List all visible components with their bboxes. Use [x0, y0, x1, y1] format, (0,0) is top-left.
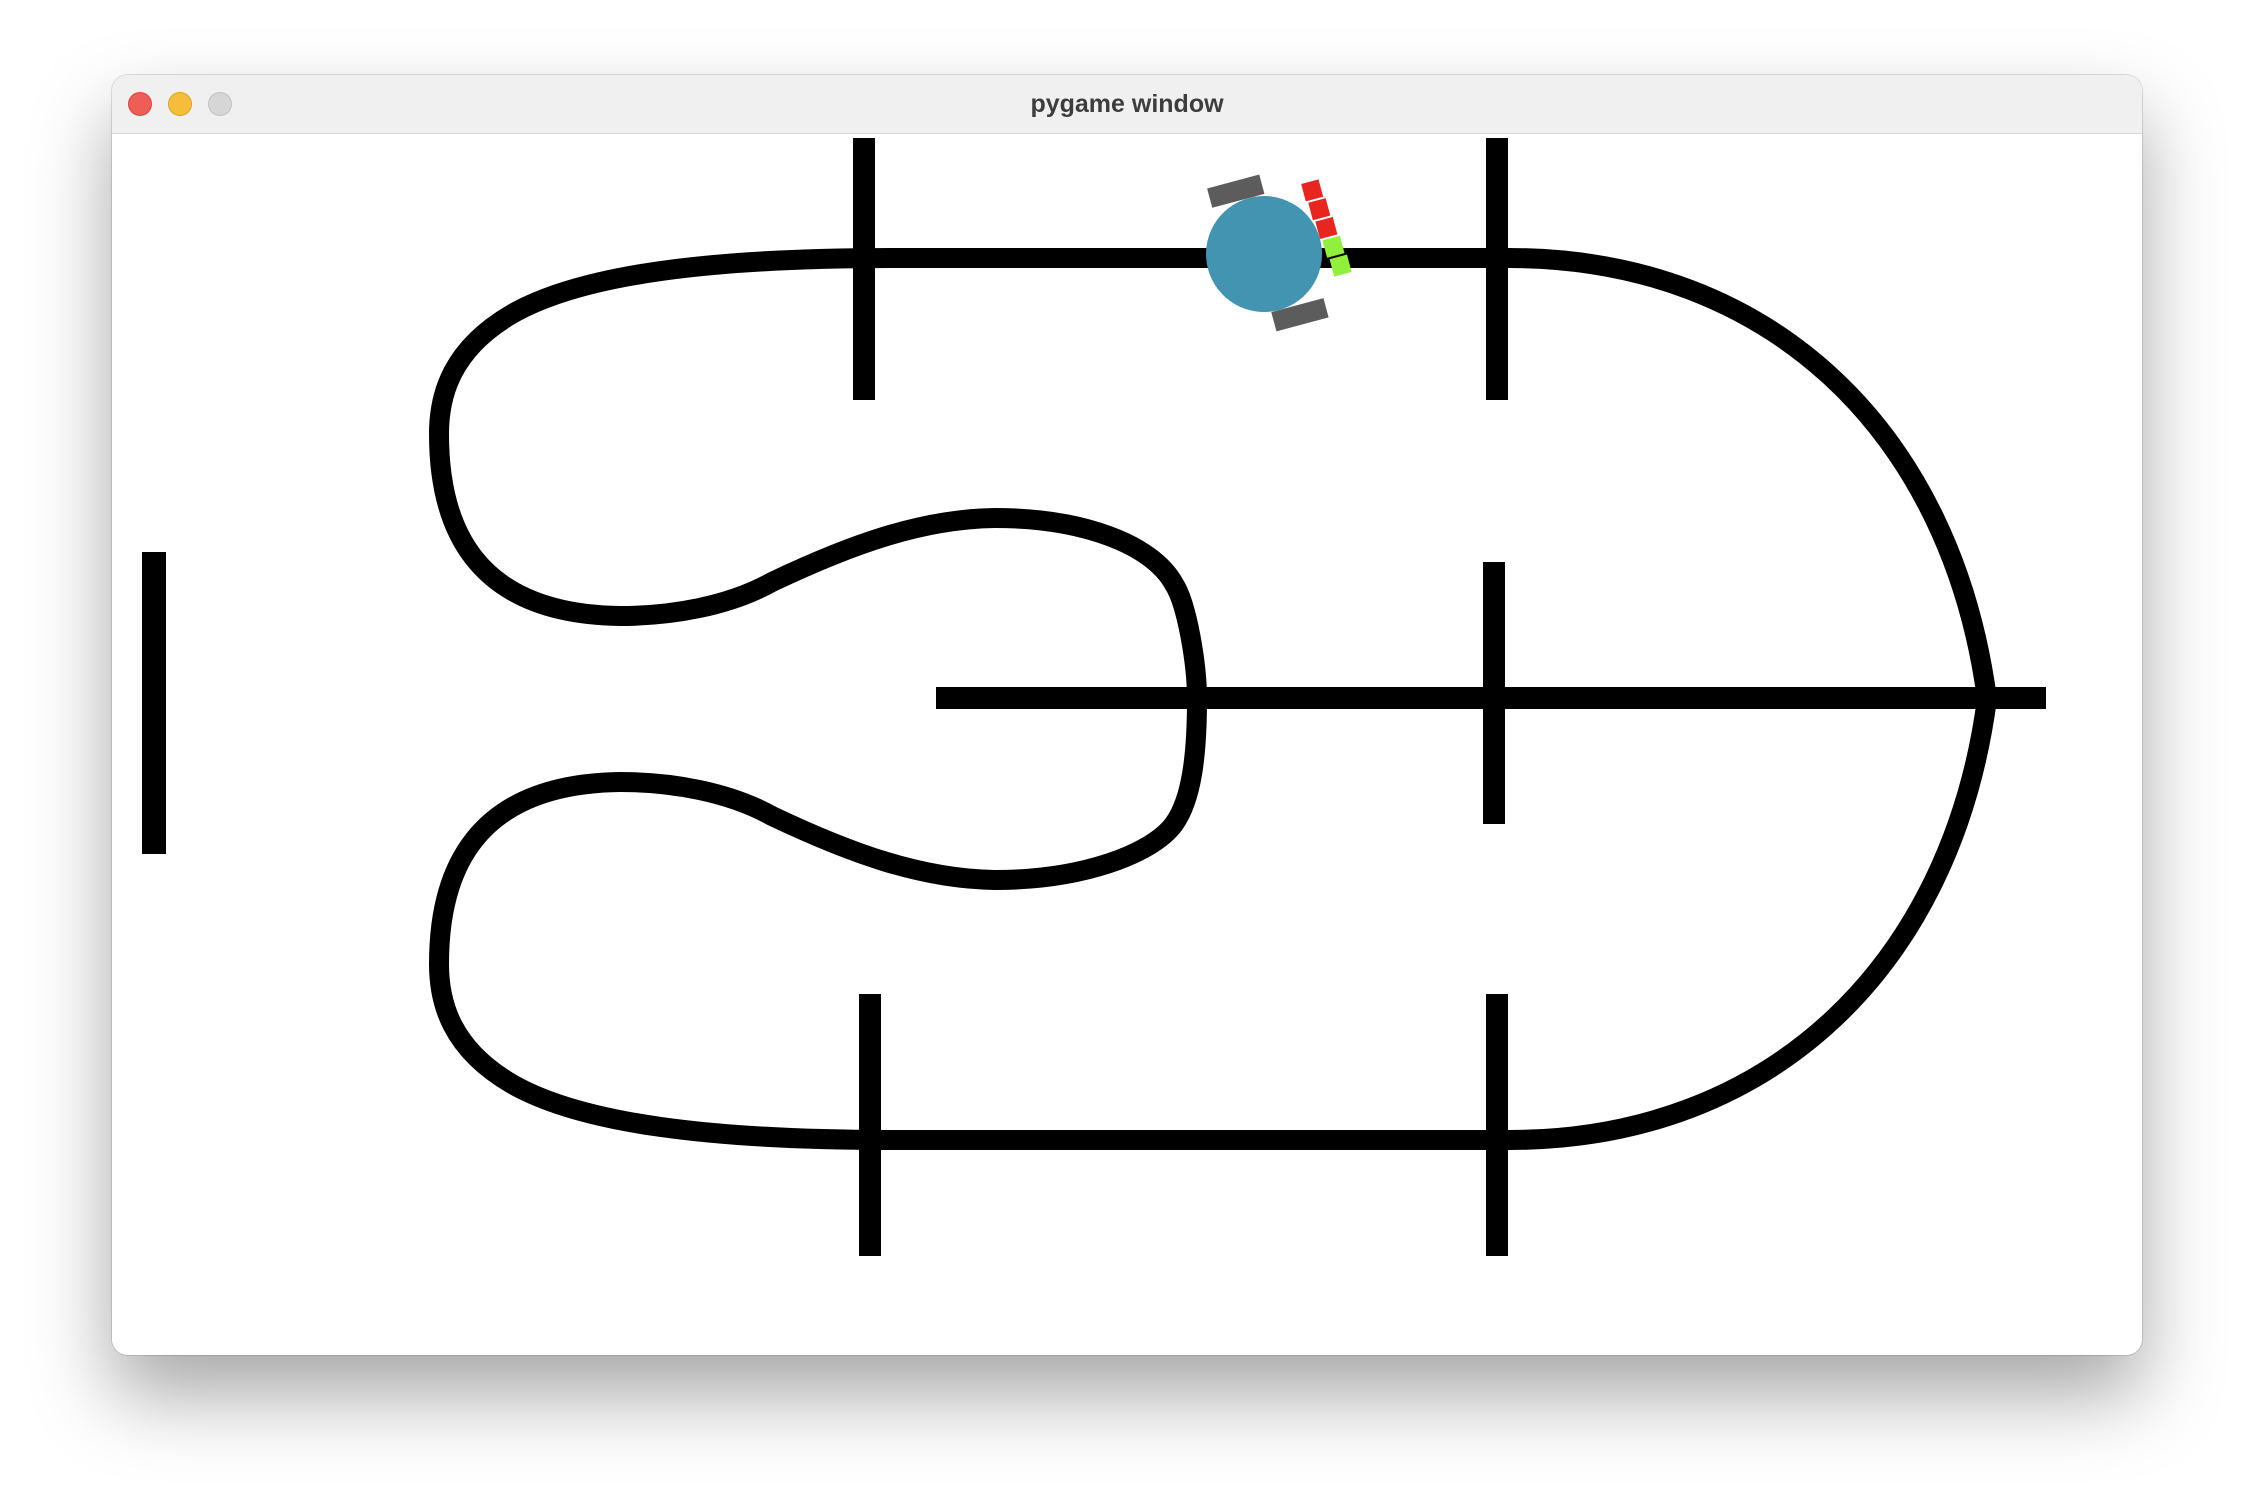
- top-left-tick: [853, 138, 875, 400]
- title-bar[interactable]: pygame window: [112, 75, 2142, 134]
- robot-sensor-2: [1308, 198, 1331, 221]
- left-bar: [142, 552, 166, 854]
- bottom-left-tick: [859, 994, 881, 1256]
- game-canvas[interactable]: [112, 134, 2142, 1355]
- bottom-right-tick: [1486, 994, 1508, 1256]
- middle-tick: [1483, 562, 1505, 824]
- robot: [1206, 174, 1352, 332]
- pygame-window: pygame window: [112, 75, 2142, 1355]
- robot-sensor-1: [1301, 179, 1324, 202]
- track-svg: [142, 138, 2046, 1256]
- window-title: pygame window: [1030, 90, 1224, 118]
- top-right-tick: [1486, 138, 1508, 400]
